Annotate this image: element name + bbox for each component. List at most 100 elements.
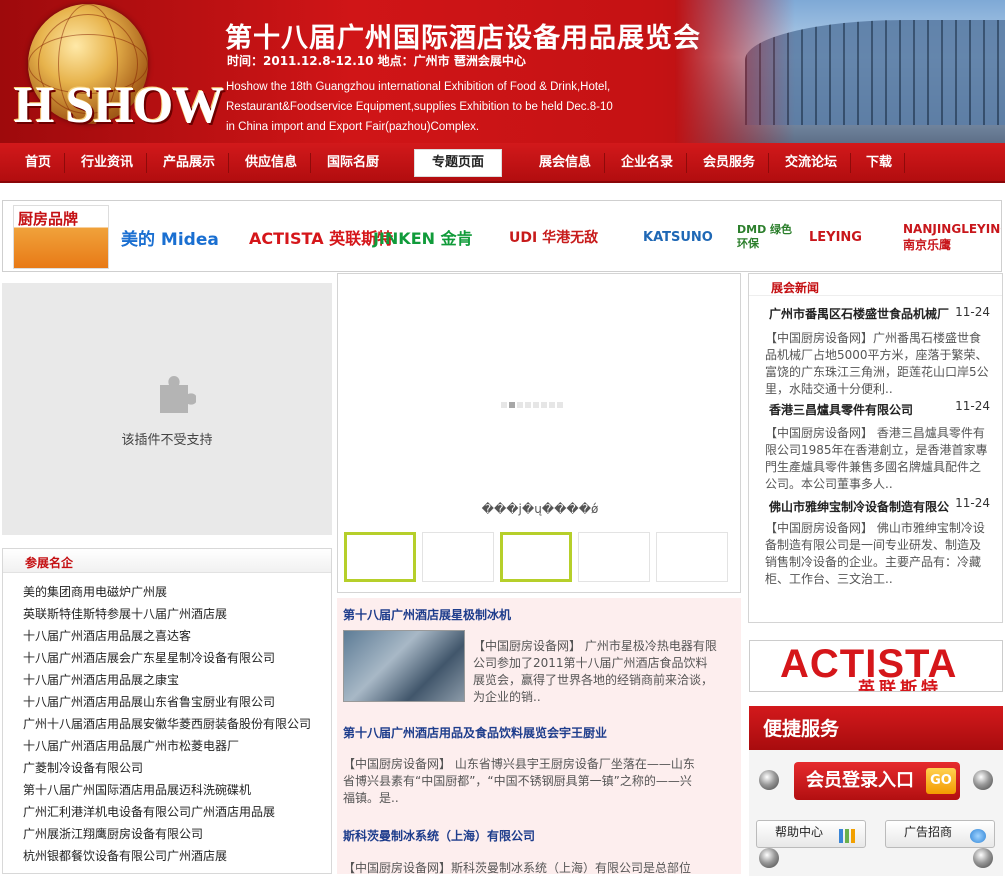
chart-icon [839,829,855,843]
go-button[interactable]: GO [926,768,956,794]
quick-service-title: 便捷服务 [763,718,840,740]
news-summary: 【中国厨房设备网】 山东省博兴县宇王厨房设备厂坐落在——山东省博兴县素有“中国厨… [343,757,695,805]
slider-thumb[interactable] [422,532,494,582]
exhibitor-link[interactable]: 十八届广州酒店展会广东星星制冷设备有限公司 [23,647,311,669]
brand-logo-udi[interactable]: UDI 华港无敌 [509,211,627,263]
expo-news-item-summary: 【中国厨房设备网】广州番禺石楼盛世食品机械厂占地5000平方米，座落于繁荣、富饶… [765,331,989,396]
nav-home[interactable]: 首页 [14,151,62,175]
expo-news-item-summary: 【中国厨房设备网】 香港三昌爐具零件有限公司1985年在香港創立，是香港首家專門… [765,426,988,491]
image-slider: ���j�ų����ǿ [337,273,741,593]
kitchen-brand-label: 厨房品牌 [18,210,79,228]
exhibitor-link[interactable]: 广州十八届酒店用品展安徽华菱西厨装备股份有限公司 [23,713,311,735]
exhibitor-link[interactable]: 英联斯特佳斯特参展十八届广州酒店展 [23,603,311,625]
exhibition-english-intro: Hoshow the 18th Guangzhou international … [226,77,686,137]
exhibitor-link[interactable]: 十八届广州酒店用品展山东省鲁宝厨业有限公司 [23,691,311,713]
nav-member[interactable]: 会员服务 [692,151,766,175]
news-title-link[interactable]: 斯科茨曼制冰系统（上海）有限公司 [343,827,535,844]
slider-dot [509,402,515,408]
member-login-label: 会员登录入口 [806,770,914,791]
news-title-link[interactable]: 第十八届广州酒店展星极制冰机 [343,606,511,623]
slider-loading-indicator [501,402,563,408]
exhibition-building-image [675,0,1005,143]
actista-ad-banner[interactable]: ACTISTA 英联斯特 [749,640,1003,692]
pin-icon [973,848,993,868]
exhibitor-link[interactable]: 广州展浙江翔鹰厨房设备有限公司 [23,823,311,845]
nav-forum[interactable]: 交流论坛 [774,151,848,175]
exhibitor-link[interactable]: 十八届广州酒店用品展之喜达客 [23,625,311,647]
news-title-link[interactable]: 第十八届广州酒店用品及食品饮料展览会宇王厨业 [343,724,607,741]
kitchen-brand-tag: 厨房品牌 [13,205,109,269]
brand-logo-jinken[interactable]: JINKEN 金肯 [373,211,493,263]
brand-logo-actista[interactable]: ACTISTA 英联斯特 [249,211,393,263]
slider-dot [533,402,539,408]
pin-icon [973,770,993,790]
nav-download[interactable]: 下载 [856,151,902,175]
nav-products[interactable]: 产品展示 [152,151,226,175]
brand-logo-nanjing-leying[interactable]: NANJINGLEYING 南京乐鹰 [903,211,1001,263]
member-login-button[interactable]: 会员登录入口 GO [794,762,960,800]
english-line: Restaurant&Foodservice Equipment,supplie… [226,101,613,113]
expo-news-item-date: 11-24 [955,496,990,510]
expo-news-item-title[interactable]: 香港三昌爐具零件有限公司 [769,401,913,418]
help-center-button[interactable]: 帮助中心 [756,820,866,848]
exhibitor-link[interactable]: 第十八届广州国际酒店用品展迈科洗碗碟机 [23,779,311,801]
hshow-logo[interactable]: H SHOW [14,76,224,135]
pin-icon [759,770,779,790]
exhibition-title: 第十八届广州国际酒店设备用品展览会 [225,23,701,54]
exhibition-date-location: 时间：2011.12.8-12.10 地点：广州市 琶洲会展中心 [227,54,526,68]
brand-logo-katsuno[interactable]: KATSUNO [643,211,729,263]
exhibitors-title: 参展名企 [25,556,74,570]
nav-expo-info[interactable]: 展会信息 [528,151,602,175]
exhibitor-link[interactable]: 杭州银都餐饮设备有限公司广州酒店展 [23,845,311,867]
exhibitor-link[interactable]: 广菱制冷设备有限公司 [23,757,311,779]
slider-dot [549,402,555,408]
english-line: Hoshow the 18th Guangzhou international … [226,81,611,93]
expo-news-panel: 展会新闻 广州市番禺区石楼盛世食品机械厂 11-24 【中国厨房设备网】广州番禺… [748,273,1003,623]
slider-dot [557,402,563,408]
nav-supply[interactable]: 供应信息 [234,151,308,175]
nav-chefs[interactable]: 国际名厨 [316,151,390,175]
slider-thumb[interactable] [500,532,572,582]
actista-ad-brand-cn: 英联斯特 [858,679,942,692]
header-banner: H SHOW 第十八届广州国际酒店设备用品展览会 时间：2011.12.8-12… [0,0,1005,143]
expo-news-title: 展会新闻 [771,281,820,295]
expo-news-item-date: 11-24 [955,305,990,319]
expo-news-item-title[interactable]: 佛山市雅绅宝制冷设备制造有限公 [769,498,949,515]
slider-thumb[interactable] [344,532,416,582]
brand-logo-midea[interactable]: 美的 Midea [121,211,239,263]
slider-dot [525,402,531,408]
news-summary: 【中国厨房设备网】 广州市星极冷热电器有限公司参加了2011第十八届广州酒店食品… [473,639,717,704]
ad-icon [970,829,986,843]
help-center-label: 帮助中心 [775,825,824,839]
unsupported-plugin-placeholder: 该插件不受支持 [2,283,332,535]
news-summary: 【中国厨房设备网】斯科茨曼制冰系统（上海）有限公司是总部位 [343,861,692,875]
puzzle-plugin-icon [160,376,196,413]
slider-dot [517,402,523,408]
exhibitor-link[interactable]: 十八届广州酒店用品展广州市松菱电器厂 [23,735,311,757]
quick-service-header: 便捷服务 [749,706,1003,750]
brand-logo-dmd[interactable]: DMD 绿色环保 [737,211,797,263]
exhibitor-link[interactable]: 十八届广州酒店用品展之康宝 [23,669,311,691]
quick-service-panel: 便捷服务 会员登录入口 GO 帮助中心 广告招商 [749,706,1003,876]
advertising-button[interactable]: 广告招商 [885,820,995,848]
nav-industry-news[interactable]: 行业资讯 [70,151,144,175]
nav-topics[interactable]: 专题页面 [414,149,502,177]
english-line: in China import and Export Fair(pazhou)C… [226,121,480,133]
exhibitors-list: 美的集团商用电磁炉广州展 英联斯特佳斯特参展十八届广州酒店展 十八届广州酒店用品展之… [23,581,311,867]
featured-news-panel: 第十八届广州酒店展星极制冰机 【中国厨房设备网】 广州市星极冷热电器有限公司参加… [337,598,741,875]
slider-dot [541,402,547,408]
news-thumbnail-image[interactable] [343,630,465,702]
expo-news-item-title[interactable]: 广州市番禺区石楼盛世食品机械厂 [769,305,949,322]
expo-news-item-date: 11-24 [955,399,990,413]
pin-icon [759,848,779,868]
main-nav: 首页 行业资讯 产品展示 供应信息 国际名厨 专题页面 展会信息 企业名录 会员… [0,143,1005,183]
slider-thumb[interactable] [656,532,728,582]
brand-logo-leying[interactable]: LEYING [809,211,899,263]
exhibitor-link[interactable]: 美的集团商用电磁炉广州展 [23,581,311,603]
plugin-unsupported-text: 该插件不受支持 [121,433,213,448]
featured-exhibitors-panel: 参展名企 美的集团商用电磁炉广州展 英联斯特佳斯特参展十八届广州酒店展 十八届广州酒… [2,548,332,874]
nav-directory[interactable]: 企业名录 [610,151,684,175]
exhibitor-link[interactable]: 广州汇利港洋机电设备有限公司广州酒店用品展 [23,801,311,823]
slider-thumb[interactable] [578,532,650,582]
slider-dot [501,402,507,408]
